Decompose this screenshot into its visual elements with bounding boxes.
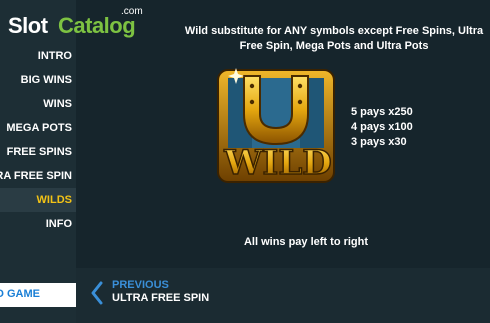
previous-page-button[interactable]: PREVIOUS ULTRA FREE SPIN	[76, 268, 490, 323]
menu-item-wins[interactable]: WINS	[0, 92, 76, 116]
menu-item-free-spins[interactable]: FREE SPINS	[0, 140, 76, 164]
wild-horseshoe-symbol: WILD	[217, 68, 335, 184]
wild-description: Wild substitute for ANY symbols except F…	[184, 25, 484, 52]
menu-item-big-wins[interactable]: BIG WINS	[0, 68, 76, 92]
chevron-left-icon	[91, 281, 103, 305]
go-to-game-label: GO TO GAME	[0, 288, 40, 300]
payout-5: 5 pays x250	[351, 106, 413, 118]
payout-4: 4 pays x100	[351, 121, 413, 133]
wild-symbol-text: WILD	[223, 143, 331, 183]
payout-3: 3 pays x30	[351, 136, 407, 148]
logo-com-text: .com	[121, 6, 143, 17]
menu-item-info[interactable]: INFO	[0, 212, 76, 236]
go-to-game-button[interactable]: GO TO GAME	[0, 283, 76, 307]
slotcatalog-logo[interactable]: Slot Catalog .com	[8, 6, 158, 40]
menu-item-intro[interactable]: INTRO	[0, 44, 76, 68]
previous-page-name: ULTRA FREE SPIN	[112, 292, 210, 304]
menu-item-mega-pots[interactable]: MEGA POTS	[0, 116, 76, 140]
previous-label: PREVIOUS	[112, 279, 169, 291]
sidebar: Slot Catalog .com INTRO BIG WINS WINS ME…	[0, 0, 143, 323]
logo-slot-text: Slot	[8, 13, 48, 38]
pay-direction-note: All wins pay left to right	[243, 236, 369, 248]
paytable-menu: INTRO BIG WINS WINS MEGA POTS FREE SPINS…	[0, 44, 76, 236]
menu-item-ultra-free-spin[interactable]: ULTRA FREE SPIN	[0, 164, 76, 188]
payout-list: 5 pays x250 4 pays x100 3 pays x30	[351, 105, 413, 150]
menu-item-wilds[interactable]: WILDS	[0, 188, 76, 212]
